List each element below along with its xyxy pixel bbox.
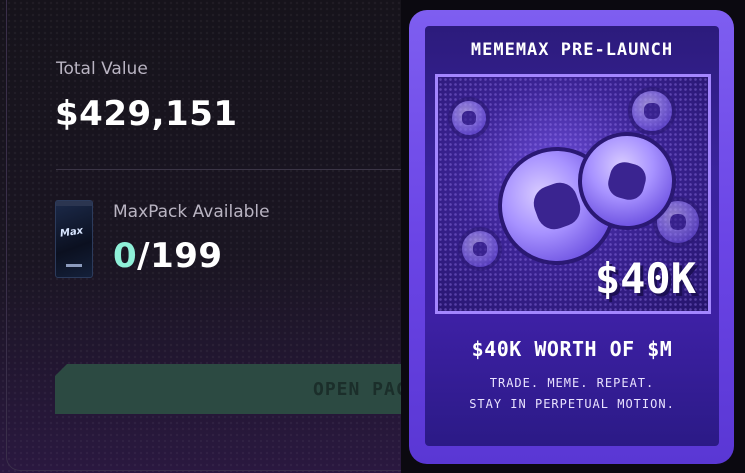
promo-tagline-2: STAY IN PERPETUAL MOTION.: [469, 397, 675, 411]
divider: [56, 169, 416, 170]
promo-tagline-1: TRADE. MEME. REPEAT.: [489, 376, 655, 390]
maxpack-count-total: /199: [137, 236, 223, 276]
promo-art-price: $40K: [594, 254, 696, 303]
maxpack-logo: Max: [59, 225, 84, 240]
coin-icon: [458, 227, 502, 271]
maxpack-count: 0/199: [113, 236, 223, 276]
promo-subtitle: $40K WORTH OF $M: [471, 337, 673, 361]
promo-artwork: $40K: [435, 74, 711, 314]
coin-icon: [628, 87, 676, 135]
open-pack-button[interactable]: OPEN PACK: [55, 364, 425, 414]
total-value-label: Total Value: [56, 59, 148, 79]
total-value-amount: $429,151: [55, 94, 238, 134]
pack-strip: [56, 201, 92, 206]
promo-title: MEMEMAX PRE-LAUNCH: [470, 40, 674, 60]
maxpack-available-label: MaxPack Available: [113, 202, 270, 222]
maxpack-thumbnail: Max: [55, 200, 93, 278]
pack-tag: [66, 264, 82, 267]
maxpack-count-available: 0: [113, 236, 138, 276]
coin-icon: [448, 97, 490, 139]
